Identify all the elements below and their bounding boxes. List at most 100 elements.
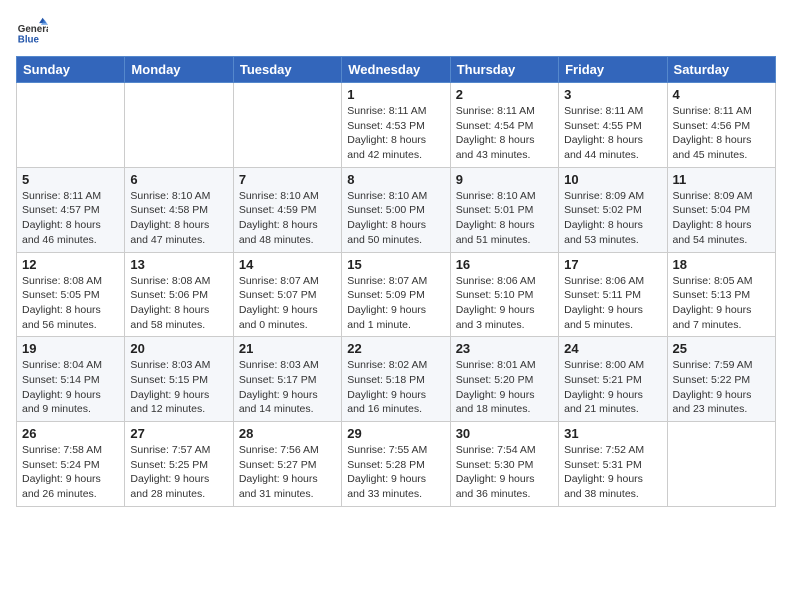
calendar-cell: 14 Sunrise: 8:07 AM Sunset: 5:07 PM Dayli…	[233, 252, 341, 337]
day-number: 5	[22, 172, 119, 187]
day-number: 30	[456, 426, 553, 441]
calendar-week-row: 26 Sunrise: 7:58 AM Sunset: 5:24 PM Dayli…	[17, 422, 776, 507]
day-info: Sunrise: 8:02 AM Sunset: 5:18 PM Dayligh…	[347, 358, 444, 417]
day-number: 2	[456, 87, 553, 102]
day-info: Sunrise: 8:08 AM Sunset: 5:06 PM Dayligh…	[130, 274, 227, 333]
day-number: 7	[239, 172, 336, 187]
calendar-cell: 31 Sunrise: 7:52 AM Sunset: 5:31 PM Dayli…	[559, 422, 667, 507]
day-number: 8	[347, 172, 444, 187]
calendar-cell: 10 Sunrise: 8:09 AM Sunset: 5:02 PM Dayli…	[559, 167, 667, 252]
day-number: 22	[347, 341, 444, 356]
day-number: 26	[22, 426, 119, 441]
calendar-cell: 15Sunrise: 8:07 AM Sunset: 5:09 PM Dayli…	[342, 252, 450, 337]
calendar-cell: 3 Sunrise: 8:11 AM Sunset: 4:55 PM Daylig…	[559, 83, 667, 168]
day-info: Sunrise: 8:11 AM Sunset: 4:55 PM Dayligh…	[564, 104, 661, 163]
day-number: 20	[130, 341, 227, 356]
svg-text:Blue: Blue	[18, 35, 40, 46]
calendar-week-row: 1 Sunrise: 8:11 AM Sunset: 4:53 PM Daylig…	[17, 83, 776, 168]
day-number: 18	[673, 257, 770, 272]
calendar-cell: 17 Sunrise: 8:06 AM Sunset: 5:11 PM Dayli…	[559, 252, 667, 337]
calendar-cell: 25Sunrise: 7:59 AM Sunset: 5:22 PM Dayli…	[667, 337, 775, 422]
day-number: 16	[456, 257, 553, 272]
calendar-cell: 11Sunrise: 8:09 AM Sunset: 5:04 PM Dayli…	[667, 167, 775, 252]
calendar-cell: 24 Sunrise: 8:00 AM Sunset: 5:21 PM Dayli…	[559, 337, 667, 422]
day-info: Sunrise: 8:01 AM Sunset: 5:20 PM Dayligh…	[456, 358, 553, 417]
day-info: Sunrise: 8:04 AM Sunset: 5:14 PM Dayligh…	[22, 358, 119, 417]
calendar-cell	[125, 83, 233, 168]
day-number: 10	[564, 172, 661, 187]
calendar-header-row: SundayMondayTuesdayWednesdayThursdayFrid…	[17, 57, 776, 83]
calendar-cell: 6 Sunrise: 8:10 AM Sunset: 4:58 PM Daylig…	[125, 167, 233, 252]
calendar-cell: 8 Sunrise: 8:10 AM Sunset: 5:00 PM Daylig…	[342, 167, 450, 252]
day-info: Sunrise: 8:11 AM Sunset: 4:56 PM Dayligh…	[673, 104, 770, 163]
day-info: Sunrise: 7:59 AM Sunset: 5:22 PM Dayligh…	[673, 358, 770, 417]
day-number: 6	[130, 172, 227, 187]
day-info: Sunrise: 8:10 AM Sunset: 5:01 PM Dayligh…	[456, 189, 553, 248]
logo: General Blue	[16, 16, 52, 48]
calendar-cell: 18 Sunrise: 8:05 AM Sunset: 5:13 PM Dayli…	[667, 252, 775, 337]
day-info: Sunrise: 8:10 AM Sunset: 4:58 PM Dayligh…	[130, 189, 227, 248]
day-number: 29	[347, 426, 444, 441]
day-number: 13	[130, 257, 227, 272]
day-info: Sunrise: 8:07 AM Sunset: 5:07 PM Dayligh…	[239, 274, 336, 333]
day-number: 27	[130, 426, 227, 441]
calendar-week-row: 5 Sunrise: 8:11 AM Sunset: 4:57 PM Daylig…	[17, 167, 776, 252]
day-number: 11	[673, 172, 770, 187]
calendar-cell: 1 Sunrise: 8:11 AM Sunset: 4:53 PM Daylig…	[342, 83, 450, 168]
day-info: Sunrise: 8:00 AM Sunset: 5:21 PM Dayligh…	[564, 358, 661, 417]
day-info: Sunrise: 8:10 AM Sunset: 4:59 PM Dayligh…	[239, 189, 336, 248]
calendar-cell: 7 Sunrise: 8:10 AM Sunset: 4:59 PM Daylig…	[233, 167, 341, 252]
calendar-cell: 30Sunrise: 7:54 AM Sunset: 5:30 PM Dayli…	[450, 422, 558, 507]
day-info: Sunrise: 8:08 AM Sunset: 5:05 PM Dayligh…	[22, 274, 119, 333]
calendar-cell: 22 Sunrise: 8:02 AM Sunset: 5:18 PM Dayli…	[342, 337, 450, 422]
calendar-cell: 16 Sunrise: 8:06 AM Sunset: 5:10 PM Dayli…	[450, 252, 558, 337]
day-number: 3	[564, 87, 661, 102]
calendar-cell: 12 Sunrise: 8:08 AM Sunset: 5:05 PM Dayli…	[17, 252, 125, 337]
weekday-header: Sunday	[17, 57, 125, 83]
day-info: Sunrise: 7:56 AM Sunset: 5:27 PM Dayligh…	[239, 443, 336, 502]
day-info: Sunrise: 7:52 AM Sunset: 5:31 PM Dayligh…	[564, 443, 661, 502]
day-info: Sunrise: 8:11 AM Sunset: 4:57 PM Dayligh…	[22, 189, 119, 248]
day-info: Sunrise: 7:55 AM Sunset: 5:28 PM Dayligh…	[347, 443, 444, 502]
weekday-header: Thursday	[450, 57, 558, 83]
calendar-cell	[667, 422, 775, 507]
day-number: 12	[22, 257, 119, 272]
day-info: Sunrise: 8:03 AM Sunset: 5:17 PM Dayligh…	[239, 358, 336, 417]
day-number: 14	[239, 257, 336, 272]
day-info: Sunrise: 8:06 AM Sunset: 5:11 PM Dayligh…	[564, 274, 661, 333]
calendar-cell: 21Sunrise: 8:03 AM Sunset: 5:17 PM Dayli…	[233, 337, 341, 422]
day-info: Sunrise: 8:11 AM Sunset: 4:53 PM Dayligh…	[347, 104, 444, 163]
calendar-cell: 19Sunrise: 8:04 AM Sunset: 5:14 PM Dayli…	[17, 337, 125, 422]
weekday-header: Saturday	[667, 57, 775, 83]
calendar-week-row: 12 Sunrise: 8:08 AM Sunset: 5:05 PM Dayli…	[17, 252, 776, 337]
day-info: Sunrise: 8:05 AM Sunset: 5:13 PM Dayligh…	[673, 274, 770, 333]
day-info: Sunrise: 8:03 AM Sunset: 5:15 PM Dayligh…	[130, 358, 227, 417]
calendar-cell: 26 Sunrise: 7:58 AM Sunset: 5:24 PM Dayli…	[17, 422, 125, 507]
day-number: 31	[564, 426, 661, 441]
calendar-cell: 28Sunrise: 7:56 AM Sunset: 5:27 PM Dayli…	[233, 422, 341, 507]
day-number: 4	[673, 87, 770, 102]
day-info: Sunrise: 8:09 AM Sunset: 5:02 PM Dayligh…	[564, 189, 661, 248]
weekday-header: Tuesday	[233, 57, 341, 83]
calendar-cell	[233, 83, 341, 168]
day-info: Sunrise: 8:11 AM Sunset: 4:54 PM Dayligh…	[456, 104, 553, 163]
logo-icon: General Blue	[16, 16, 48, 48]
calendar-cell	[17, 83, 125, 168]
day-number: 17	[564, 257, 661, 272]
day-number: 23	[456, 341, 553, 356]
day-number: 1	[347, 87, 444, 102]
day-number: 9	[456, 172, 553, 187]
day-number: 24	[564, 341, 661, 356]
weekday-header: Friday	[559, 57, 667, 83]
day-info: Sunrise: 8:06 AM Sunset: 5:10 PM Dayligh…	[456, 274, 553, 333]
calendar-cell: 5 Sunrise: 8:11 AM Sunset: 4:57 PM Daylig…	[17, 167, 125, 252]
calendar-cell: 27Sunrise: 7:57 AM Sunset: 5:25 PM Dayli…	[125, 422, 233, 507]
day-number: 15	[347, 257, 444, 272]
calendar-table: SundayMondayTuesdayWednesdayThursdayFrid…	[16, 56, 776, 507]
page-header: General Blue	[16, 16, 776, 48]
weekday-header: Monday	[125, 57, 233, 83]
day-info: Sunrise: 8:10 AM Sunset: 5:00 PM Dayligh…	[347, 189, 444, 248]
weekday-header: Wednesday	[342, 57, 450, 83]
day-info: Sunrise: 7:58 AM Sunset: 5:24 PM Dayligh…	[22, 443, 119, 502]
calendar-cell: 29 Sunrise: 7:55 AM Sunset: 5:28 PM Dayli…	[342, 422, 450, 507]
